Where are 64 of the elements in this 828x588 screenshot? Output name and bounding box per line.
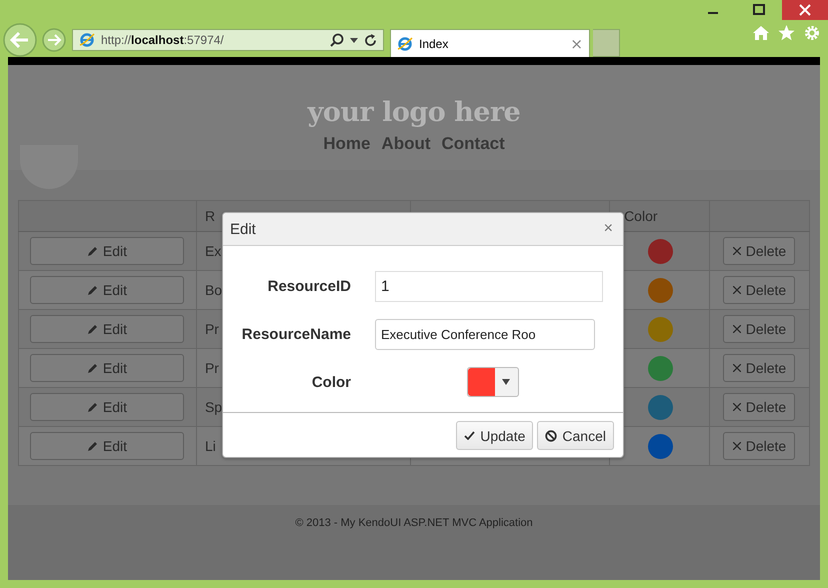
- address-bar[interactable]: http://localhost:57974/: [72, 29, 384, 51]
- table-cell: Sp: [204, 399, 222, 415]
- close-icon: [732, 403, 741, 411]
- nav-link[interactable]: About: [381, 134, 431, 154]
- checkmark-icon: [464, 431, 476, 440]
- edit-button[interactable]: Edit: [30, 432, 184, 460]
- delete-button[interactable]: Delete: [723, 276, 796, 304]
- pencil-icon: [88, 402, 98, 412]
- close-icon: [732, 247, 741, 255]
- pencil-icon: [88, 285, 98, 295]
- nav-link[interactable]: Contact: [442, 134, 505, 154]
- browser-logo-icon: [397, 36, 413, 52]
- close-icon: [732, 442, 741, 450]
- edit-button[interactable]: Edit: [30, 276, 184, 304]
- field-label: ResourceID: [266, 278, 351, 294]
- nav-link[interactable]: Home: [323, 134, 370, 154]
- search-icon[interactable]: [330, 33, 344, 47]
- forward-icon[interactable]: [41, 27, 67, 53]
- column-header: Color: [624, 208, 658, 224]
- caret-icon: [502, 379, 510, 385]
- cancel-button[interactable]: Cancel: [537, 421, 614, 450]
- pencil-icon: [88, 441, 98, 451]
- pencil-icon: [88, 324, 98, 334]
- footer-text: © 2013 - My KendoUI ASP.NET MVC Application: [295, 517, 533, 529]
- edit-button[interactable]: Edit: [30, 315, 184, 343]
- dropdown-icon[interactable]: [350, 38, 358, 42]
- update-button[interactable]: Update: [456, 421, 534, 450]
- table-cell: Pr: [204, 321, 219, 337]
- delete-button[interactable]: Delete: [723, 354, 796, 382]
- delete-button[interactable]: Delete: [723, 432, 796, 460]
- edit-button[interactable]: Edit: [30, 237, 184, 265]
- close-icon[interactable]: [782, 0, 828, 20]
- browser-tab[interactable]: Index ×: [390, 29, 590, 57]
- column-header: R: [204, 208, 216, 224]
- site-logo: your logo here: [308, 97, 520, 128]
- prohibited-icon: [545, 430, 558, 442]
- input-field[interactable]: 1: [375, 270, 603, 302]
- input-field[interactable]: Executive Conference Roo: [375, 318, 595, 350]
- close-icon: [732, 286, 741, 294]
- edit-button[interactable]: Edit: [30, 393, 184, 421]
- close-icon: [732, 325, 741, 333]
- back-icon[interactable]: [2, 22, 38, 58]
- field-label: Color: [310, 374, 351, 390]
- close-icon: [732, 364, 741, 372]
- pencil-icon: [88, 246, 98, 256]
- browser-logo-icon: [79, 32, 95, 48]
- table-cell: Pr: [204, 360, 219, 376]
- field-label: ResourceName: [240, 326, 351, 342]
- color-picker[interactable]: [467, 367, 519, 397]
- delete-button[interactable]: Delete: [723, 393, 796, 421]
- delete-button[interactable]: Delete: [723, 237, 796, 265]
- edit-button[interactable]: Edit: [30, 354, 184, 382]
- delete-button[interactable]: Delete: [723, 315, 796, 343]
- table-cell: Bo: [204, 282, 222, 298]
- table-cell: Li: [204, 438, 216, 454]
- dialog-title: Edit: [230, 220, 256, 238]
- pencil-icon: [88, 363, 98, 373]
- tab-close-button[interactable]: ×: [570, 34, 583, 52]
- url-text: http://localhost:57974/: [101, 33, 225, 47]
- table-cell: Ex: [204, 243, 222, 259]
- star-icon[interactable]: [778, 25, 795, 41]
- refresh-icon[interactable]: [364, 34, 377, 46]
- close-button[interactable]: ×: [604, 220, 613, 238]
- tab-title: Index: [419, 36, 450, 50]
